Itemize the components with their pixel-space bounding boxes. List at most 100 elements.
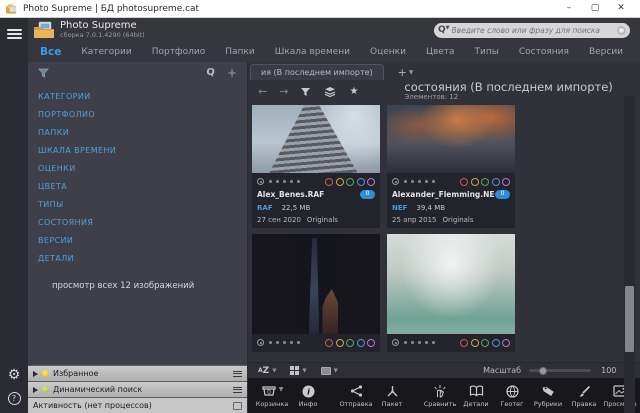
new-collection-tab-button[interactable]: +: [398, 66, 407, 80]
activity-label: Активность (нет процессов): [33, 401, 152, 410]
svg-text:i: i: [307, 387, 310, 396]
rating-dots[interactable]: [269, 180, 300, 183]
sort-order-button[interactable]: AZ▼: [258, 366, 276, 376]
favorites-panel-header[interactable]: Избранное: [28, 365, 247, 381]
sidebar-item-portfolio[interactable]: ПОРТФОЛИО: [38, 106, 247, 124]
maximize-button[interactable]: ▢: [582, 0, 608, 17]
back-arrow-icon[interactable]: ←: [258, 85, 267, 98]
help-icon[interactable]: ?: [8, 392, 21, 405]
geotag-button[interactable]: Геотег: [494, 379, 530, 412]
settings-gear-icon[interactable]: ⚙: [8, 368, 21, 382]
photo-card[interactable]: [387, 234, 515, 352]
tab-ratings[interactable]: Оценки: [360, 47, 416, 57]
tab-types[interactable]: Типы: [465, 47, 509, 57]
vertical-scrollbar[interactable]: [624, 96, 635, 413]
basket-caret-icon[interactable]: ▼: [279, 386, 284, 393]
chevron-down-icon: ▼: [302, 368, 306, 374]
sidebar-item-states[interactable]: СОСТОЯНИЯ: [38, 214, 247, 232]
sidebar-item-categories[interactable]: КАТЕГОРИИ: [38, 88, 247, 106]
rating-dots[interactable]: [404, 180, 435, 183]
expand-triangle-icon[interactable]: [33, 387, 38, 393]
activity-panel-header[interactable]: Активность (нет процессов): [28, 397, 247, 413]
sidebar-item-ratings[interactable]: ОЦЕНКИ: [38, 160, 247, 178]
file-name[interactable]: Alexander_Flemming.NEF: [392, 190, 495, 199]
status-gear-icon[interactable]: [392, 178, 399, 185]
basket-button[interactable]: 0 ▼ Корзинка: [254, 379, 290, 412]
close-button[interactable]: ✕: [608, 0, 634, 17]
search-box[interactable]: Q ▼ ●: [434, 23, 630, 38]
rating-dots[interactable]: [404, 341, 435, 344]
photo-card[interactable]: Alex_Benes.RAF 0 RAF 22,5 MB 27 сен 2020: [252, 105, 380, 228]
sidebar-item-colors[interactable]: ЦВЕТА: [38, 178, 247, 196]
minimize-button[interactable]: –: [556, 0, 582, 17]
search-clear-icon[interactable]: ●: [617, 26, 626, 35]
grid-icon: [290, 366, 299, 375]
sidebar-item-types[interactable]: ТИПЫ: [38, 196, 247, 214]
panel-menu-icon[interactable]: [233, 369, 242, 378]
grid-layout-button[interactable]: ▼: [290, 366, 306, 375]
search-scope-caret-icon[interactable]: ▼: [446, 25, 450, 31]
hamburger-menu-icon[interactable]: [7, 27, 22, 41]
photo-card[interactable]: Alexander_Flemming.NEF 0 NEF 39,4 MB 25 …: [387, 105, 515, 228]
info-button[interactable]: i Инфо: [290, 379, 326, 412]
dynamic-search-panel-header[interactable]: Динамический поиск: [28, 381, 247, 397]
slider-knob[interactable]: [539, 367, 547, 375]
file-name[interactable]: Alex_Benes.RAF: [257, 190, 324, 199]
status-gear-icon[interactable]: [257, 178, 264, 185]
thumbnail-image-spiral-tower[interactable]: [252, 105, 380, 173]
search-icon[interactable]: Q: [438, 26, 446, 35]
sidebar-item-timeline[interactable]: ШКАЛА ВРЕМЕНИ: [38, 142, 247, 160]
filter-funnel-icon[interactable]: [38, 68, 49, 78]
tab-folders[interactable]: Папки: [215, 47, 264, 57]
color-label-rings[interactable]: [325, 178, 375, 186]
info-icon: i: [302, 385, 315, 398]
expand-triangle-icon[interactable]: [33, 371, 38, 377]
activity-popout-icon[interactable]: [233, 402, 242, 410]
edit-button[interactable]: Правка: [566, 379, 602, 412]
version-count-badge[interactable]: 0: [495, 190, 510, 199]
labels-button[interactable]: Рубрики: [530, 379, 566, 412]
sidebar-item-versions[interactable]: ВЕРСИИ: [38, 232, 247, 250]
collection-tab[interactable]: ия (В последнем импорте): [250, 64, 384, 80]
version-count-badge[interactable]: 0: [360, 190, 375, 199]
view-all-images-link[interactable]: просмотр всех 12 изображений: [28, 281, 247, 291]
status-gear-icon[interactable]: [392, 339, 399, 346]
scrollbar-thumb[interactable]: [625, 286, 634, 352]
tab-portfolio[interactable]: Портфолио: [142, 47, 216, 57]
share-button[interactable]: Отправка: [338, 379, 374, 412]
favorite-star-icon[interactable]: ★: [349, 86, 358, 97]
thumbnail-style-button[interactable]: ▼: [321, 367, 338, 375]
sidebar-item-folders[interactable]: ПАПКИ: [38, 124, 247, 142]
search-input[interactable]: [452, 26, 617, 35]
collection-tabbar: ия (В последнем импорте) + ▼: [248, 62, 640, 80]
thumbnail-image-mountains[interactable]: [387, 105, 515, 173]
stacks-icon[interactable]: [324, 86, 336, 97]
batch-button[interactable]: Пакет: [374, 379, 410, 412]
sidebar-search-icon[interactable]: Q: [206, 67, 215, 78]
panel-menu-icon[interactable]: [233, 385, 242, 394]
tab-states[interactable]: Состояния: [509, 47, 579, 57]
color-label-rings[interactable]: [325, 339, 375, 347]
status-gear-icon[interactable]: [257, 339, 264, 346]
tab-categories[interactable]: Категории: [71, 47, 141, 57]
photo-card[interactable]: [252, 234, 380, 352]
tab-details[interactable]: Детали: [633, 47, 640, 57]
compare-button[interactable]: Сравнить: [422, 379, 458, 412]
color-label-rings[interactable]: [460, 339, 510, 347]
thumbnail-image-skyscraper-night[interactable]: [252, 234, 380, 334]
tab-all[interactable]: Все: [28, 46, 71, 58]
tab-colors[interactable]: Цвета: [416, 47, 465, 57]
details-button[interactable]: Детали: [458, 379, 494, 412]
rating-dots[interactable]: [269, 341, 300, 344]
forward-arrow-icon[interactable]: →: [279, 85, 288, 98]
scale-slider[interactable]: [529, 369, 591, 372]
sidebar-add-icon[interactable]: +: [227, 66, 237, 80]
thumbnail-image-waterfall[interactable]: [387, 234, 515, 334]
tab-timeline[interactable]: Шкала времени: [265, 47, 360, 57]
filter-icon[interactable]: [300, 87, 311, 97]
sidebar-item-details[interactable]: ДЕТАЛИ: [38, 250, 247, 268]
tab-versions[interactable]: Версии: [579, 47, 633, 57]
tab-list-caret-icon[interactable]: ▼: [409, 66, 414, 80]
os-titlebar: Photo Supreme | БД photosupreme.cat – ▢ …: [0, 0, 640, 18]
color-label-rings[interactable]: [460, 178, 510, 186]
